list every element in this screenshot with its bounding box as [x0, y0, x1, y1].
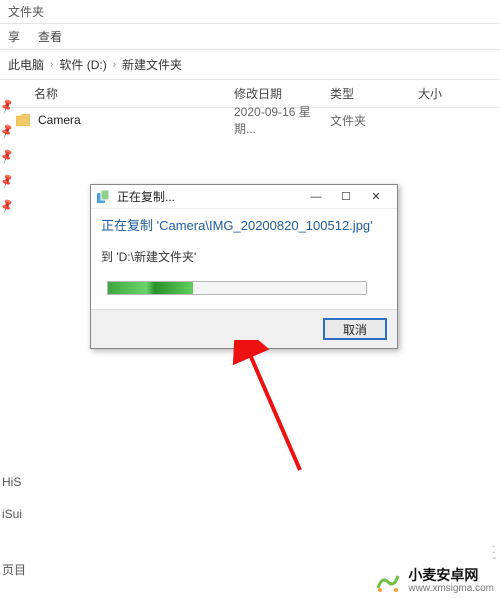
dialog-footer: 取消: [91, 309, 397, 348]
window-title: 文件夹: [8, 3, 44, 20]
chevron-right-icon: ›: [50, 59, 53, 70]
pin-icon: 📌: [0, 173, 16, 191]
sidebar-item[interactable]: HiS: [2, 475, 60, 489]
sidebar-item[interactable]: 页目: [2, 561, 60, 578]
pin-icon: 📌: [0, 123, 16, 141]
minimize-button[interactable]: —: [301, 187, 331, 207]
pin-icon: 📌: [0, 198, 16, 216]
maximize-button[interactable]: ☐: [331, 187, 361, 207]
breadcrumb-drive[interactable]: 软件 (D:): [59, 56, 106, 73]
watermark-title: 小麦安卓网: [408, 568, 494, 582]
progress-bar: [107, 281, 367, 295]
dialog-title: 正在复制...: [117, 188, 301, 205]
dialog-header-path: Camera\IMG_20200820_100512.jpg: [159, 218, 370, 233]
column-size[interactable]: 大小: [418, 85, 500, 102]
file-name: Camera: [38, 113, 234, 127]
sidebar-bottom: HiS iSui 页目: [0, 457, 60, 578]
pin-icon: 📌: [0, 98, 16, 116]
menu-share[interactable]: 享: [8, 28, 20, 45]
breadcrumb-root[interactable]: 此电脑: [8, 56, 44, 73]
close-button[interactable]: ✕: [361, 187, 391, 207]
dialog-titlebar[interactable]: 正在复制... — ☐ ✕: [91, 185, 397, 209]
table-row[interactable]: Camera 2020-09-16 星期... 文件夹: [0, 108, 500, 132]
resize-grip-icon[interactable]: . .. . .. . . .: [492, 540, 494, 558]
quick-access-pins: 📌 📌 📌 📌 📌: [0, 100, 14, 260]
menubar: 享 查看: [0, 24, 500, 50]
column-name[interactable]: 名称: [34, 85, 234, 102]
progress-fill: [108, 282, 193, 294]
dialog-header-prefix: 正在复制 ': [101, 218, 159, 233]
watermark-url: www.xmsigma.com: [408, 582, 494, 596]
breadcrumb-folder[interactable]: 新建文件夹: [122, 56, 182, 73]
copy-icon: [97, 190, 111, 204]
chevron-right-icon: ›: [113, 59, 116, 70]
pin-icon: 📌: [0, 148, 16, 166]
watermark: 小麦安卓网 www.xmsigma.com: [374, 568, 494, 596]
dialog-body: 到 'D:\新建文件夹': [91, 240, 397, 309]
dialog-header-suffix: ': [370, 218, 372, 233]
file-type: 文件夹: [330, 112, 418, 129]
cancel-button[interactable]: 取消: [323, 318, 387, 340]
window-titlebar: 文件夹: [0, 0, 500, 24]
folder-icon: [14, 113, 32, 127]
dialog-destination: 到 'D:\新建文件夹': [101, 248, 387, 265]
copy-progress-dialog: 正在复制... — ☐ ✕ 正在复制 'Camera\IMG_20200820_…: [90, 184, 398, 349]
menu-view[interactable]: 查看: [38, 28, 62, 45]
column-date[interactable]: 修改日期: [234, 85, 330, 102]
column-type[interactable]: 类型: [330, 85, 418, 102]
breadcrumb[interactable]: 此电脑 › 软件 (D:) › 新建文件夹: [0, 50, 500, 80]
sidebar-item[interactable]: iSui: [2, 507, 60, 521]
file-date: 2020-09-16 星期...: [234, 103, 330, 137]
dialog-header: 正在复制 'Camera\IMG_20200820_100512.jpg': [91, 209, 397, 240]
logo-icon: [374, 568, 402, 596]
